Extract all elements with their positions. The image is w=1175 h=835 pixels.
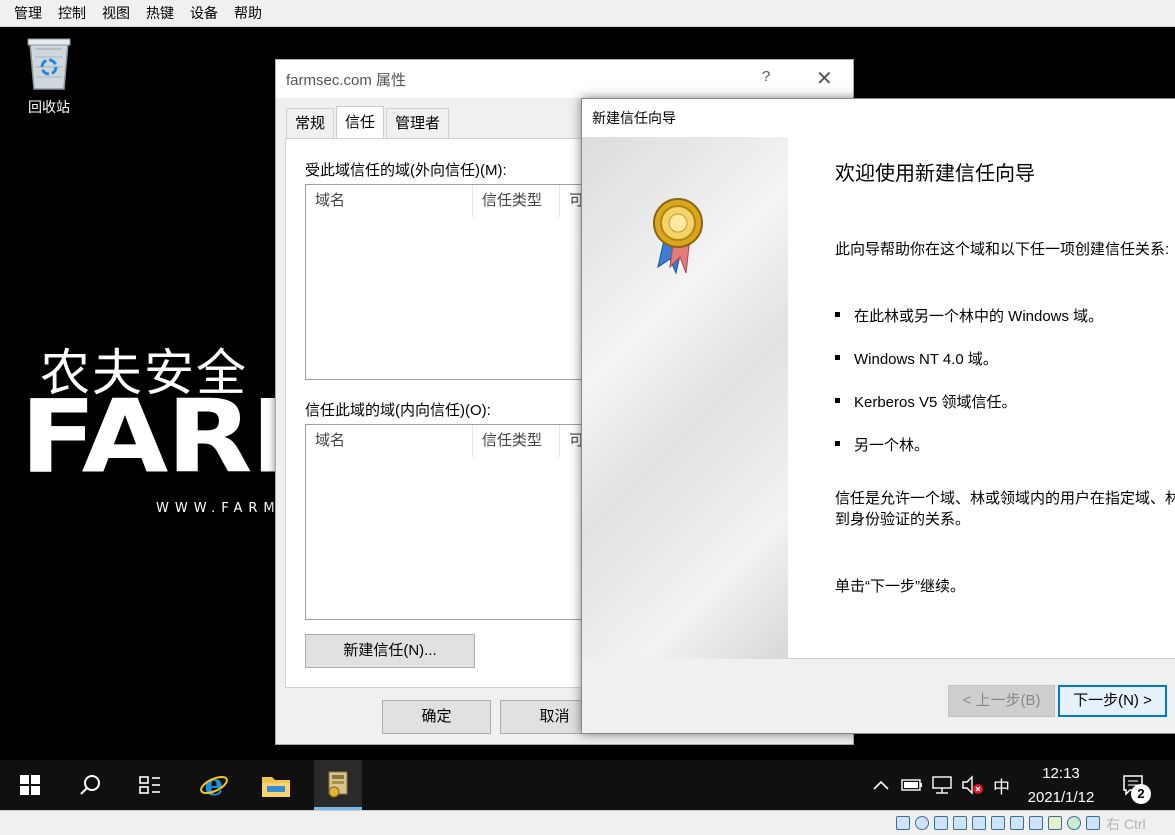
search-button[interactable] (66, 760, 114, 810)
windows-icon (20, 775, 40, 795)
outgoing-trusts-label: 受此域信任的域(外向信任)(M): (305, 162, 507, 179)
outgoing-trusts-list[interactable]: 域名 信任类型 可 (305, 184, 605, 380)
description-line: 信任是允许一个域、林或领域内的用户在指定域、林 (835, 490, 1175, 507)
file-explorer-button[interactable] (252, 760, 300, 810)
folder-icon (262, 777, 290, 797)
properties-title: farmsec.com 属性 (286, 71, 407, 89)
tray-network[interactable] (931, 760, 953, 810)
tab-trusts[interactable]: 信任 (336, 106, 385, 138)
wizard-continue-text: 单击“下一步”继续。 (835, 578, 965, 595)
help-button[interactable]: ? (762, 68, 770, 85)
battery-icon (901, 779, 922, 791)
bullet-icon (835, 397, 840, 403)
vm-menu-control[interactable]: 控制 (50, 0, 94, 27)
search-icon (80, 775, 100, 795)
vm-status-bar: 右 Ctrl (0, 810, 1175, 835)
svg-text:e: e (204, 770, 223, 800)
optical-drive-icon[interactable] (915, 816, 929, 830)
chevron-up-icon (873, 780, 889, 790)
clock-date: 2021/1/12 (1027, 789, 1095, 806)
list-header: 域名 信任类型 可 (306, 425, 604, 457)
audio-icon[interactable] (934, 816, 948, 830)
properties-tabs: 常规 信任 管理者 (286, 106, 451, 138)
bullet-text: Windows NT 4.0 域。 (854, 351, 998, 368)
volume-muted-icon (962, 775, 983, 795)
tab-general[interactable]: 常规 (286, 108, 335, 138)
domains-trusts-taskbar-button[interactable] (314, 760, 362, 810)
new-trust-button[interactable]: 新建信任(N)... (305, 634, 475, 668)
cpu-icon[interactable] (1048, 816, 1062, 830)
video-capture-icon[interactable] (1029, 816, 1043, 830)
tab-managed-by[interactable]: 管理者 (386, 108, 450, 138)
recycle-bin[interactable]: 回收站 (14, 35, 84, 117)
list-item: 另一个林。 (835, 434, 1103, 477)
list-item: Windows NT 4.0 域。 (835, 348, 1103, 391)
task-view-button[interactable] (126, 760, 174, 810)
farmsec-logo-url: WWW.FARM (156, 501, 281, 516)
network-icon (932, 776, 952, 794)
bullet-icon (835, 354, 840, 360)
back-button[interactable]: < 上一步(B) (948, 685, 1055, 717)
bullet-text: 另一个林。 (854, 437, 930, 454)
internet-explorer-icon: e (200, 770, 228, 800)
recycle-bin-icon (27, 38, 71, 90)
vm-menu-devices[interactable]: 设备 (182, 0, 226, 27)
tray-battery[interactable] (901, 760, 923, 810)
clock-time: 12:13 (1042, 765, 1080, 782)
list-header: 域名 信任类型 可 (306, 185, 604, 217)
list-item: Kerberos V5 领域信任。 (835, 391, 1103, 434)
vm-menu-help[interactable]: 帮助 (226, 0, 270, 27)
wizard-heading: 欢迎使用新建信任向导 (835, 161, 1035, 185)
hard-disk-icon[interactable] (896, 816, 910, 830)
domains-trusts-icon (328, 771, 348, 797)
next-button[interactable]: 下一步(N) > (1058, 685, 1167, 717)
bullet-icon (835, 440, 840, 446)
wizard-bullet-list: 在此林或另一个林中的 Windows 域。 Windows NT 4.0 域。 … (835, 305, 1103, 477)
task-view-icon (139, 776, 160, 794)
ok-button[interactable]: 确定 (382, 700, 491, 734)
taskbar: e 中 12:13 2021/1/12 2 (0, 760, 1175, 810)
incoming-trusts-label: 信任此域的域(内向信任)(O): (305, 402, 491, 419)
display-icon[interactable] (1010, 816, 1024, 830)
incoming-trusts-list[interactable]: 域名 信任类型 可 (305, 424, 605, 620)
host-key-label: 右 Ctrl (1106, 816, 1146, 832)
vm-menu-manage[interactable]: 管理 (6, 0, 50, 27)
new-trust-wizard: 新建信任向导 欢迎使用新建信任向导 此向导帮助你在这个域和以下任一项创建信任关系… (581, 98, 1175, 734)
start-button[interactable] (6, 760, 54, 810)
properties-titlebar[interactable]: farmsec.com 属性 ? ✕ (276, 60, 853, 98)
internet-explorer-button[interactable]: e (190, 760, 238, 810)
shared-folders-icon[interactable] (991, 816, 1005, 830)
description-line: 到身份验证的关系。 (835, 511, 971, 528)
wizard-intro: 此向导帮助你在这个域和以下任一项创建信任关系: (835, 241, 1170, 258)
recycle-bin-label: 回收站 (28, 99, 70, 115)
col-trust-type[interactable]: 信任类型 (473, 185, 561, 217)
tray-expand-button[interactable] (872, 760, 890, 810)
wizard-body: 欢迎使用新建信任向导 此向导帮助你在这个域和以下任一项创建信任关系: 在此林或另… (582, 137, 1175, 659)
ime-indicator[interactable]: 中 (993, 760, 1010, 810)
col-domain-name[interactable]: 域名 (306, 425, 473, 457)
bullet-text: Kerberos V5 领域信任。 (854, 394, 1017, 411)
wizard-title[interactable]: 新建信任向导 (582, 99, 1175, 137)
bullet-text: 在此林或另一个林中的 Windows 域。 (854, 308, 1104, 325)
vm-menubar: 管理 控制 视图 热键 设备 帮助 (0, 0, 1175, 27)
tray-volume[interactable] (961, 760, 985, 810)
close-button[interactable]: ✕ (816, 66, 833, 91)
wizard-description: 信任是允许一个域、林或领域内的用户在指定域、林 到身份验证的关系。 (835, 488, 1175, 530)
list-item: 在此林或另一个林中的 Windows 域。 (835, 305, 1103, 348)
network-adapter-icon[interactable] (953, 816, 967, 830)
col-trust-type[interactable]: 信任类型 (473, 425, 561, 457)
col-domain-name[interactable]: 域名 (306, 185, 473, 217)
wizard-side-panel (582, 137, 788, 659)
medal-icon (653, 198, 703, 275)
vm-menu-hotkeys[interactable]: 热键 (138, 0, 182, 27)
usb-icon[interactable] (972, 816, 986, 830)
notification-count-badge: 2 (1131, 784, 1151, 804)
bullet-icon (835, 311, 840, 317)
virtualization-icon[interactable] (1067, 816, 1081, 830)
vm-menu-view[interactable]: 视图 (94, 0, 138, 27)
clock[interactable]: 12:13 2021/1/12 (1016, 764, 1106, 808)
mouse-integration-icon[interactable] (1086, 816, 1100, 830)
